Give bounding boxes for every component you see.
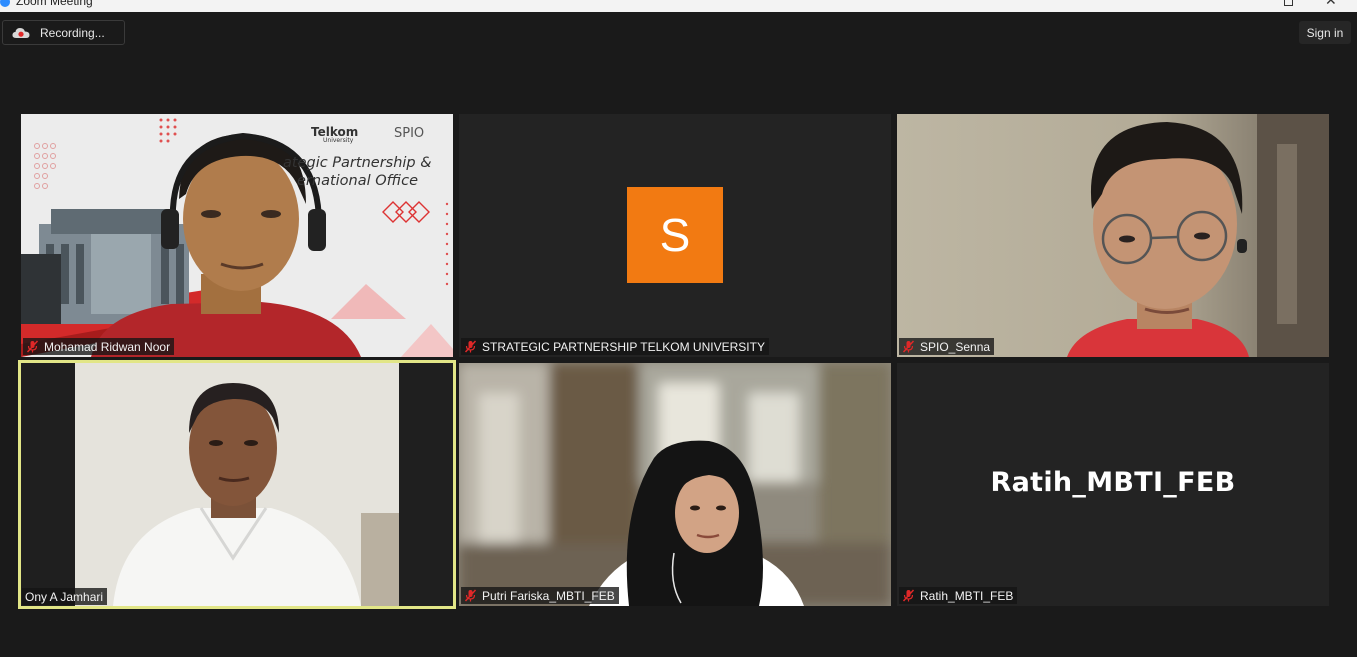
participant-name-tag: Putri Fariska_MBTI_FEB	[461, 587, 619, 604]
zoom-app-icon	[0, 0, 10, 7]
cloud-record-icon	[12, 26, 30, 40]
sign-in-button[interactable]: Sign in	[1299, 21, 1351, 44]
participant-tile-strategic-partnership[interactable]: S STRATEGIC PARTNERSHIP TELKOM UNIVERSIT…	[459, 114, 891, 357]
spio-logo: SPIO	[394, 126, 425, 141]
participant-name-tag: Mohamad Ridwan Noor	[23, 338, 175, 355]
video-feed	[459, 363, 891, 606]
participant-tile-ratih[interactable]: Ratih_MBTI_FEB Ratih_MBTI_FEB	[897, 363, 1329, 606]
participant-tile-ony-jamhari[interactable]: Ony A Jamhari	[18, 360, 456, 609]
mic-muted-icon	[464, 589, 477, 602]
restore-window-icon[interactable]	[1284, 0, 1293, 6]
participant-name: Mohamad Ridwan Noor	[44, 339, 171, 354]
backdrop-line-2: ernational Office	[297, 173, 419, 189]
mic-muted-icon	[902, 589, 915, 602]
video-feed	[897, 114, 1329, 357]
participant-name: Ony A Jamhari	[25, 589, 104, 604]
mic-muted-icon	[464, 340, 477, 353]
telkom-logo: Telkom University	[311, 125, 359, 144]
participant-name-tag: STRATEGIC PARTNERSHIP TELKOM UNIVERSITY	[461, 338, 769, 355]
mic-muted-icon	[26, 340, 39, 353]
participant-name: SPIO_Senna	[920, 339, 991, 354]
participant-tile-putri-fariska[interactable]: Putri Fariska_MBTI_FEB	[459, 363, 891, 606]
avatar: S	[627, 187, 723, 283]
window-titlebar: Zoom Meeting ✕	[0, 0, 1357, 12]
participant-display-name: Ratih_MBTI_FEB	[990, 467, 1236, 498]
participant-name: Putri Fariska_MBTI_FEB	[482, 588, 615, 603]
participant-name: STRATEGIC PARTNERSHIP TELKOM UNIVERSITY	[482, 339, 765, 354]
recording-indicator[interactable]: Recording...	[2, 20, 125, 45]
participant-name-tag: SPIO_Senna	[899, 338, 995, 355]
close-window-icon[interactable]: ✕	[1325, 0, 1337, 7]
participant-name: Ratih_MBTI_FEB	[920, 588, 1014, 603]
participant-tile-spio-senna[interactable]: SPIO_Senna	[897, 114, 1329, 357]
window-title: Zoom Meeting	[16, 0, 93, 8]
recording-label: Recording...	[40, 25, 105, 40]
participant-tile-mohamad[interactable]: Telkom University SPIO ategic Partnershi…	[21, 114, 453, 357]
video-feed	[21, 114, 453, 357]
participant-name-tag: Ony A Jamhari	[22, 588, 108, 605]
participant-name-tag: Ratih_MBTI_FEB	[899, 587, 1018, 604]
mic-muted-icon	[902, 340, 915, 353]
backdrop-line-1: ategic Partnership &	[283, 155, 432, 171]
video-feed	[21, 363, 453, 606]
